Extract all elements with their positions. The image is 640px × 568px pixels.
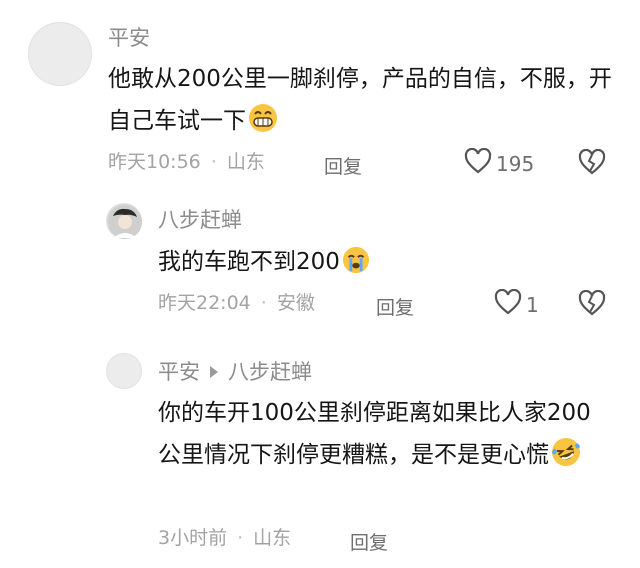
avatar[interactable] bbox=[106, 203, 142, 239]
author-name[interactable]: 八步赶蝉 bbox=[158, 210, 242, 231]
comment-body: 你的车开100公里刹停距离如果比人家200公里情况下刹停更糟糕，是不是更心慌 bbox=[158, 400, 591, 468]
reply-button[interactable]: 回复 bbox=[324, 152, 362, 179]
like-count: 1 bbox=[526, 292, 539, 317]
avatar[interactable] bbox=[106, 353, 142, 389]
like-button[interactable]: 195 bbox=[464, 147, 535, 179]
timestamp: 3小时前 bbox=[158, 527, 228, 549]
broken-heart-icon[interactable] bbox=[578, 289, 606, 320]
like-button[interactable]: 1 bbox=[494, 288, 539, 320]
location: 安徽 bbox=[276, 292, 315, 314]
comment-body: 他敢从200公里一脚刹停，产品的自信，不服，开自己车试一下 bbox=[108, 66, 612, 134]
avatar[interactable] bbox=[28, 22, 92, 86]
separator-dot: · bbox=[210, 151, 217, 173]
comment-body: 我的车跑不到200 bbox=[158, 249, 340, 275]
comment-meta: 昨天10:56 · 山东 bbox=[108, 153, 265, 172]
reply-arrow-icon bbox=[210, 366, 218, 378]
comment-meta: 3小时前 · 山东 bbox=[158, 529, 291, 548]
laughing-tears-face-icon bbox=[551, 437, 581, 481]
broken-heart-icon[interactable] bbox=[578, 148, 606, 179]
reply-button[interactable]: 回复 bbox=[350, 528, 388, 555]
comment-text: 我的车跑不到200 bbox=[158, 241, 608, 288]
crying-face-icon bbox=[342, 246, 370, 288]
heart-icon bbox=[494, 288, 526, 320]
author-name[interactable]: 平安 bbox=[108, 28, 150, 49]
avatar-photo-icon bbox=[108, 205, 142, 239]
comment-meta: 昨天22:04 · 安徽 bbox=[158, 294, 315, 313]
heart-icon bbox=[464, 147, 496, 179]
reply-button[interactable]: 回复 bbox=[376, 293, 414, 320]
author-name[interactable]: 平安 bbox=[158, 360, 200, 384]
reply-to-name[interactable]: 八步赶蝉 bbox=[228, 360, 312, 384]
location: 山东 bbox=[253, 527, 292, 549]
separator-dot: · bbox=[237, 527, 244, 549]
comment-text: 他敢从200公里一脚刹停，产品的自信，不服，开自己车试一下 bbox=[108, 58, 613, 147]
like-count: 195 bbox=[496, 151, 535, 176]
timestamp: 昨天10:56 bbox=[108, 151, 201, 173]
location: 山东 bbox=[226, 151, 265, 173]
timestamp: 昨天22:04 bbox=[158, 292, 251, 314]
grinning-face-icon bbox=[248, 103, 278, 147]
comment-text: 你的车开100公里刹停距离如果比人家200公里情况下刹停更糟糕，是不是更心慌 bbox=[158, 392, 610, 481]
reply-header: 平安 八步赶蝉 bbox=[158, 362, 312, 383]
separator-dot: · bbox=[260, 292, 267, 314]
